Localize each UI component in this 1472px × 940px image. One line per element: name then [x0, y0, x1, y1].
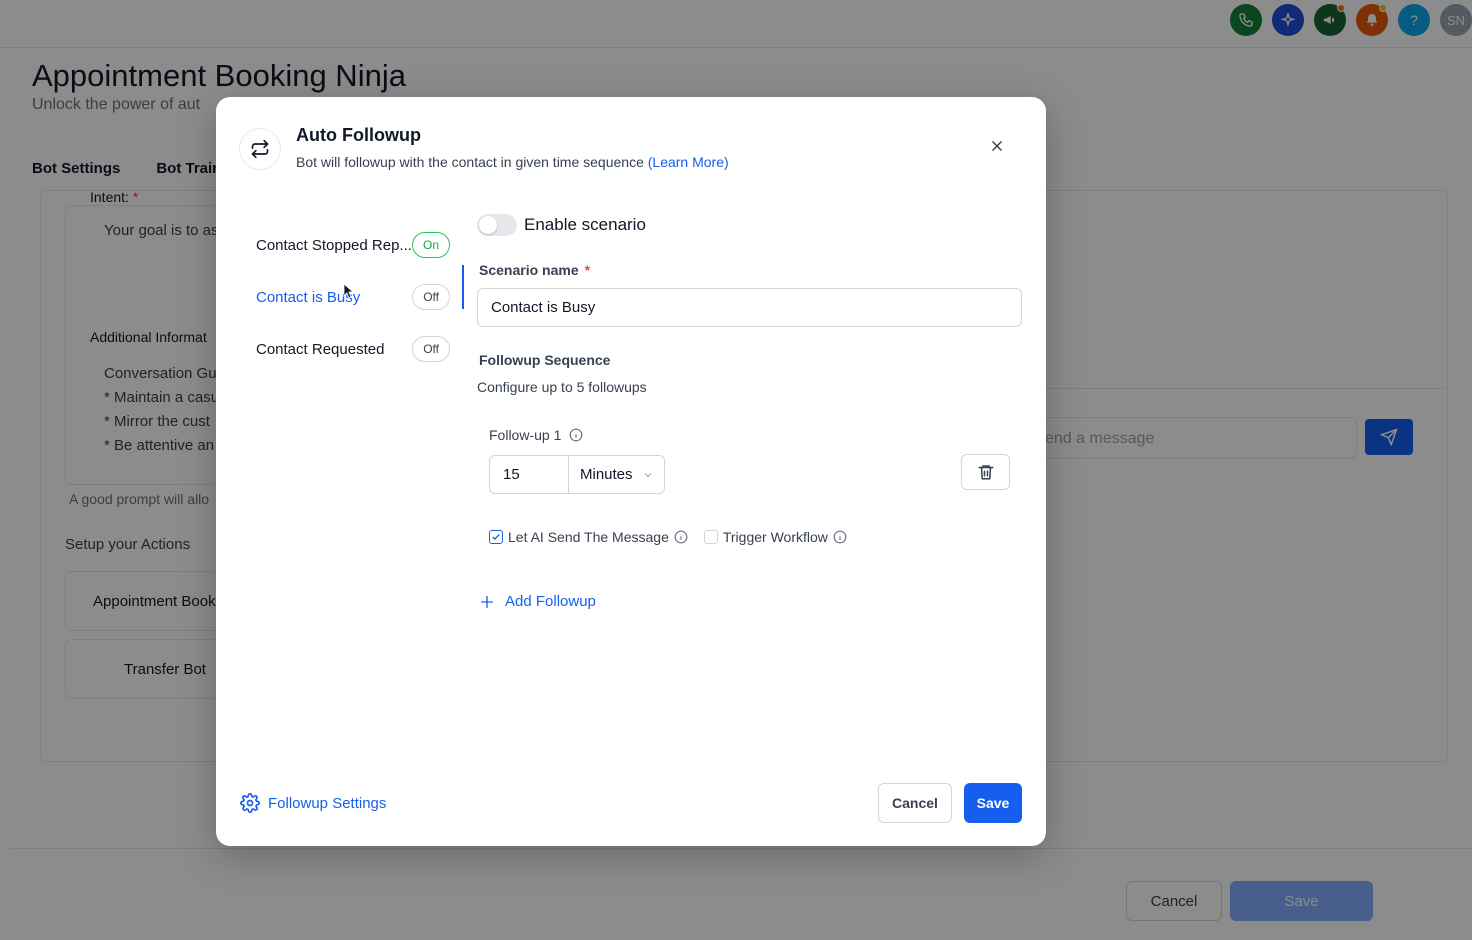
delay-value-input[interactable] — [490, 456, 569, 493]
followup-label: Follow-up 1 — [489, 427, 583, 443]
info-icon[interactable] — [569, 428, 583, 442]
mouse-cursor-icon — [343, 283, 353, 299]
delete-followup-button[interactable] — [961, 454, 1010, 490]
let-ai-send-option[interactable]: Let AI Send The Message — [489, 529, 688, 545]
trigger-workflow-option[interactable]: Trigger Workflow — [703, 529, 847, 545]
gear-icon — [240, 793, 260, 813]
add-followup-button[interactable]: Add Followup — [479, 593, 596, 610]
scenario-name-input[interactable] — [477, 288, 1022, 327]
scenario-item-contact-requested[interactable]: Contact Requested Off — [256, 323, 450, 375]
enable-scenario-toggle[interactable] — [477, 214, 517, 236]
modal-description: Bot will followup with the contact in gi… — [296, 154, 729, 170]
auto-followup-modal: Auto Followup Bot will followup with the… — [216, 97, 1046, 846]
scenario-list: Contact Stopped Rep... On Contact is Bus… — [256, 219, 450, 375]
followup-sequence-title: Followup Sequence — [479, 352, 611, 368]
trigger-workflow-checkbox[interactable] — [703, 530, 718, 544]
followup-sequence-subtitle: Configure up to 5 followups — [477, 379, 647, 395]
toggle-knob — [479, 216, 497, 234]
scenario-item-contact-is-busy[interactable]: Contact is Busy Off — [256, 271, 450, 323]
learn-more-link[interactable]: (Learn More) — [648, 154, 729, 170]
info-icon[interactable] — [674, 530, 688, 544]
trash-icon — [978, 465, 993, 480]
followup-options: Let AI Send The Message Trigger Workflow — [489, 529, 847, 545]
scenario-name: Contact Stopped Rep... — [256, 236, 412, 254]
scenario-item-contact-stopped-replying[interactable]: Contact Stopped Rep... On — [256, 219, 450, 271]
scenario-name: Contact Requested — [256, 340, 385, 358]
info-icon[interactable] — [833, 530, 847, 544]
followup-settings-link[interactable]: Followup Settings — [240, 793, 386, 813]
close-icon[interactable] — [986, 135, 1008, 157]
let-ai-send-checkbox[interactable] — [489, 530, 503, 544]
followup-delay: Minutes — [489, 455, 665, 494]
chevron-down-icon — [644, 472, 652, 477]
plus-icon — [481, 595, 493, 608]
scenario-name-label: Scenario name * — [479, 262, 591, 278]
repeat-icon — [239, 128, 281, 170]
cancel-button[interactable]: Cancel — [878, 783, 952, 823]
status-badge: Off — [412, 336, 450, 362]
enable-scenario-label: Enable scenario — [524, 215, 646, 234]
save-button[interactable]: Save — [964, 783, 1022, 823]
modal-title: Auto Followup — [296, 125, 421, 145]
followup-card: Follow-up 1 Minutes Let AI Send The Mess… — [477, 415, 1022, 560]
active-scenario-indicator — [462, 265, 464, 309]
delay-unit-select[interactable]: Minutes — [569, 456, 664, 493]
check-icon — [492, 534, 500, 540]
status-badge: Off — [412, 284, 450, 310]
status-badge: On — [411, 232, 450, 258]
